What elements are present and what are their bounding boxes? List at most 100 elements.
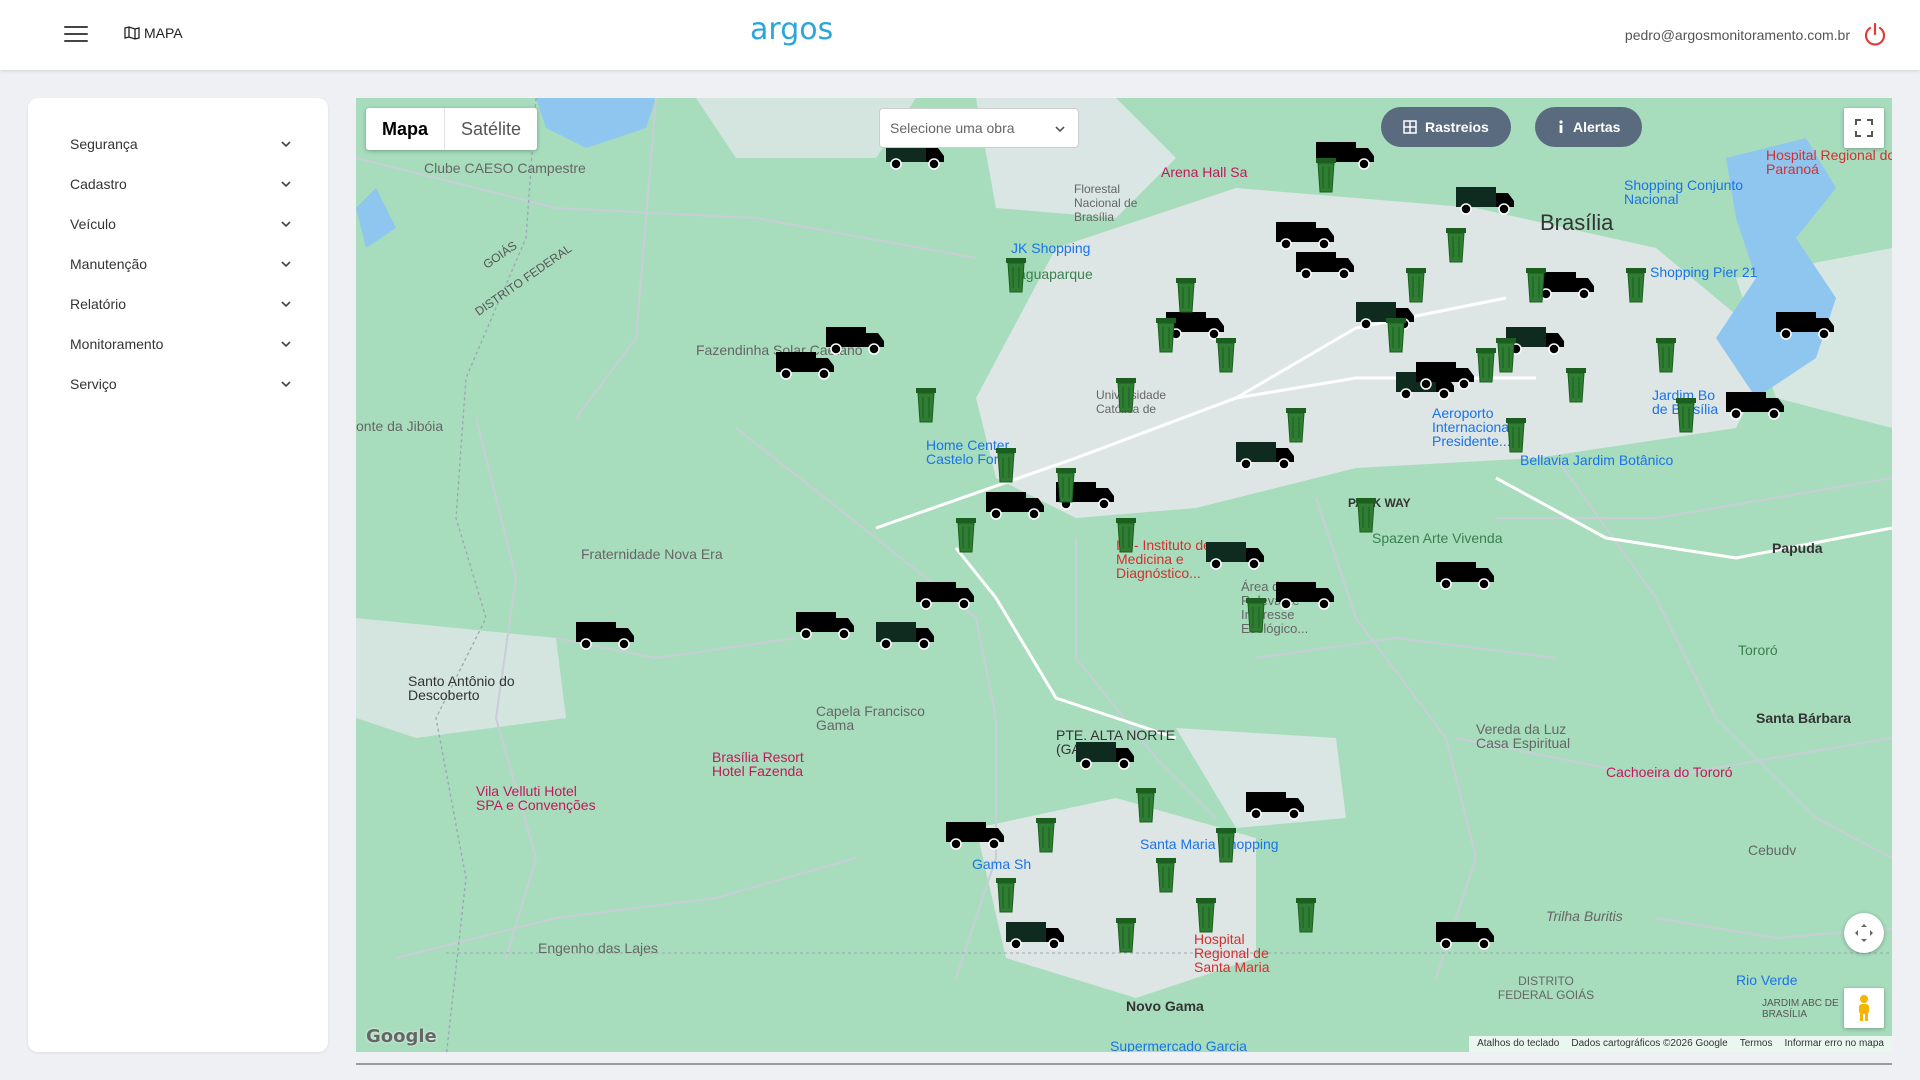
street-view-pegman-button[interactable] [1844, 988, 1884, 1028]
terms-link[interactable]: Termos [1740, 1038, 1773, 1050]
fullscreen-icon [1855, 119, 1873, 137]
page-label: MAPA [124, 25, 183, 41]
waste-bin-marker-icon[interactable] [1676, 398, 1696, 433]
waste-bin-marker-icon[interactable] [1566, 368, 1586, 403]
map-data-text: Dados cartográficos ©2026 Google [1571, 1038, 1728, 1049]
sidebar-item-veiculo[interactable]: Veículo [28, 204, 328, 244]
chevron-down-icon [281, 181, 291, 188]
rastreios-button[interactable]: Rastreios [1381, 107, 1511, 147]
sidebar-item-cadastro[interactable]: Cadastro [28, 164, 328, 204]
waste-bin-marker-icon[interactable] [956, 518, 976, 553]
waste-bin-marker-icon[interactable] [1476, 348, 1496, 383]
map-type-control: Mapa Satélite [366, 108, 538, 150]
waste-bin-marker-icon[interactable] [1446, 228, 1466, 263]
power-logout-icon[interactable] [1862, 22, 1888, 48]
sidebar-item-relatorio[interactable]: Relatório [28, 284, 328, 324]
truck-marker-icon[interactable] [1276, 222, 1334, 250]
truck-marker-icon[interactable] [1436, 562, 1494, 590]
map-attribution: Atalhos do teclado Dados cartográficos ©… [1469, 1036, 1892, 1052]
sidebar-item-label: Cadastro [70, 176, 127, 192]
chevron-down-icon [281, 261, 291, 268]
sidebar-item-servico[interactable]: Serviço [28, 364, 328, 404]
report-error-link[interactable]: Informar erro no mapa [1785, 1038, 1885, 1050]
truck-marker-icon[interactable] [1276, 582, 1334, 610]
hamburger-menu-icon[interactable] [64, 26, 88, 44]
waste-bin-marker-icon[interactable] [1196, 898, 1216, 933]
waste-bin-marker-icon[interactable] [1506, 418, 1526, 453]
truck-marker-icon[interactable] [1356, 302, 1414, 330]
waste-bin-marker-icon[interactable] [1156, 318, 1176, 353]
chevron-down-icon [1055, 126, 1065, 133]
waste-bin-marker-icon[interactable] [1296, 898, 1316, 933]
truck-marker-icon[interactable] [1006, 922, 1064, 950]
truck-marker-icon[interactable] [1206, 542, 1264, 570]
map-canvas[interactable]: Brasília Clube CAESO Campestre GOIÁS DIS… [356, 98, 1892, 1052]
waste-bin-marker-icon[interactable] [1156, 858, 1176, 893]
chevron-down-icon [281, 301, 291, 308]
waste-bin-marker-icon[interactable] [996, 878, 1016, 913]
waste-bin-marker-icon[interactable] [916, 388, 936, 423]
chevron-down-icon [281, 141, 291, 148]
rastreios-label: Rastreios [1425, 119, 1489, 135]
truck-marker-icon[interactable] [1236, 442, 1294, 470]
alertas-label: Alertas [1573, 119, 1621, 135]
map-type-satellite-button[interactable]: Satélite [444, 108, 537, 150]
waste-bin-marker-icon[interactable] [1386, 318, 1406, 353]
truck-marker-icon[interactable] [876, 622, 934, 650]
user-email: pedro@argosmonitoramento.com.br [1624, 27, 1850, 43]
waste-bin-marker-icon[interactable] [1216, 338, 1236, 373]
top-bar: MAPA argos pedro@argosmonitoramento.com.… [0, 0, 1920, 70]
truck-marker-icon[interactable] [1536, 272, 1594, 300]
sidebar-item-label: Veículo [70, 216, 116, 232]
truck-marker-icon[interactable] [576, 622, 634, 650]
truck-marker-icon[interactable] [1776, 312, 1834, 340]
truck-marker-icon[interactable] [946, 822, 1004, 850]
page-label-text: MAPA [144, 25, 183, 41]
waste-bin-marker-icon[interactable] [1116, 918, 1136, 953]
waste-bin-marker-icon[interactable] [1216, 828, 1236, 863]
sidebar-item-label: Relatório [70, 296, 127, 312]
waste-bin-marker-icon[interactable] [1036, 818, 1056, 853]
keyboard-shortcuts-link[interactable]: Atalhos do teclado [1477, 1038, 1559, 1050]
sidebar-item-manutencao[interactable]: Manutenção [28, 244, 328, 284]
waste-bin-marker-icon[interactable] [1136, 788, 1156, 823]
waste-bin-marker-icon[interactable] [1356, 498, 1376, 533]
truck-marker-icon[interactable] [1726, 392, 1784, 420]
waste-bin-marker-icon[interactable] [996, 448, 1016, 483]
sidebar-item-label: Segurança [70, 136, 138, 152]
alertas-button[interactable]: Alertas [1535, 107, 1643, 147]
grid-icon [1403, 120, 1417, 134]
waste-bin-marker-icon[interactable] [1406, 268, 1426, 303]
truck-marker-icon[interactable] [986, 492, 1044, 520]
waste-bin-marker-icon[interactable] [1656, 338, 1676, 373]
map-icon [124, 26, 140, 40]
waste-bin-marker-icon[interactable] [1316, 158, 1336, 193]
obra-select[interactable]: Selecione uma obra [879, 108, 1079, 148]
truck-marker-icon[interactable] [916, 582, 974, 610]
chevron-down-icon [281, 221, 291, 228]
waste-bin-marker-icon[interactable] [1286, 408, 1306, 443]
truck-marker-icon[interactable] [1166, 312, 1224, 340]
truck-marker-icon[interactable] [1456, 187, 1514, 215]
waste-bin-marker-icon[interactable] [1176, 278, 1196, 313]
truck-marker-icon[interactable] [826, 327, 884, 355]
argos-logo: argos [750, 12, 834, 47]
fullscreen-button[interactable] [1844, 108, 1884, 148]
truck-marker-icon[interactable] [1296, 252, 1354, 280]
truck-marker-icon[interactable] [1076, 742, 1134, 770]
truck-marker-icon[interactable] [1246, 792, 1304, 820]
sidebar-item-seguranca[interactable]: Segurança [28, 124, 328, 164]
waste-bin-marker-icon[interactable] [1626, 268, 1646, 303]
camera-control-button[interactable] [1844, 913, 1884, 953]
waste-bin-marker-icon[interactable] [1006, 258, 1026, 293]
waste-bin-marker-icon[interactable] [1116, 378, 1136, 413]
truck-marker-icon[interactable] [796, 612, 854, 640]
waste-bin-marker-icon[interactable] [1496, 338, 1516, 373]
waste-bin-marker-icon[interactable] [1116, 518, 1136, 553]
truck-marker-icon[interactable] [1436, 922, 1494, 950]
waste-bin-marker-icon[interactable] [1246, 598, 1266, 633]
sidebar-item-monitoramento[interactable]: Monitoramento [28, 324, 328, 364]
sidebar-item-label: Monitoramento [70, 336, 164, 352]
truck-marker-icon[interactable] [776, 352, 834, 380]
map-type-map-button[interactable]: Mapa [366, 108, 444, 150]
